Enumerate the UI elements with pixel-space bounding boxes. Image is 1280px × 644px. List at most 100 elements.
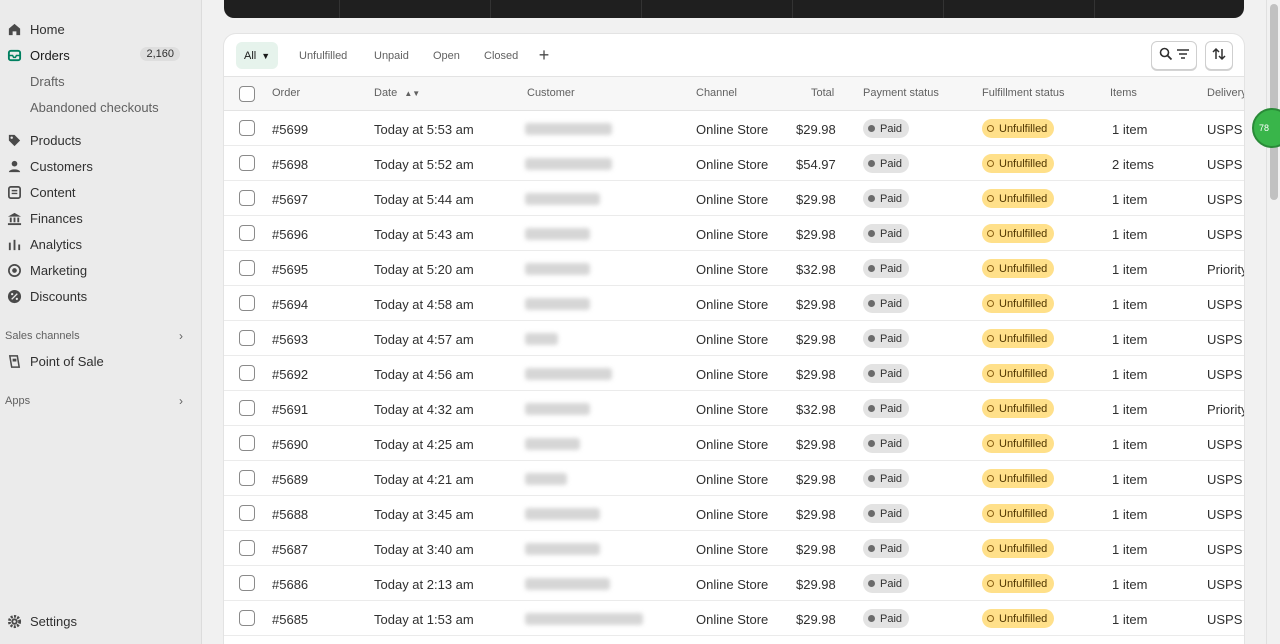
order-items[interactable]: 1 item — [1112, 612, 1147, 627]
order-items[interactable]: 1 item — [1112, 367, 1147, 382]
order-items[interactable]: 1 item — [1112, 122, 1147, 137]
search-filter-button[interactable] — [1151, 41, 1197, 70]
order-number[interactable]: #5691 — [272, 402, 308, 417]
customer-name-redacted[interactable] — [525, 543, 600, 555]
table-row[interactable]: #5699 Today at 5:53 am Online Store $29.98 P… — [224, 111, 1244, 146]
col-channel[interactable]: Channel — [696, 87, 737, 99]
order-number[interactable]: #5694 — [272, 297, 308, 312]
row-checkbox[interactable] — [239, 260, 255, 276]
row-checkbox[interactable] — [239, 155, 255, 171]
nav-discounts[interactable]: Discounts — [0, 284, 190, 308]
table-row[interactable]: #5688 Today at 3:45 am Online Store $29.98 P… — [224, 496, 1244, 531]
customer-name-redacted[interactable] — [525, 368, 612, 380]
row-checkbox[interactable] — [239, 365, 255, 381]
row-checkbox[interactable] — [239, 330, 255, 346]
nav-home[interactable]: Home — [0, 17, 190, 41]
order-items[interactable]: 1 item — [1112, 262, 1147, 277]
col-order[interactable]: Order — [272, 87, 300, 99]
nav-content[interactable]: Content — [0, 180, 190, 204]
customer-name-redacted[interactable] — [525, 263, 590, 275]
row-checkbox[interactable] — [239, 435, 255, 451]
col-fulfillment-status[interactable]: Fulfillment status — [982, 87, 1065, 99]
order-number[interactable]: #5696 — [272, 227, 308, 242]
row-checkbox[interactable] — [239, 610, 255, 626]
order-number[interactable]: #5698 — [272, 157, 308, 172]
customer-name-redacted[interactable] — [525, 333, 558, 345]
table-row[interactable]: #5690 Today at 4:25 am Online Store $29.98 P… — [224, 426, 1244, 461]
col-date[interactable]: Date ▲▼ — [374, 87, 420, 99]
scrollbar-thumb[interactable] — [1270, 4, 1278, 200]
order-number[interactable]: #5685 — [272, 612, 308, 627]
customer-name-redacted[interactable] — [525, 438, 580, 450]
customer-name-redacted[interactable] — [525, 123, 612, 135]
row-checkbox[interactable] — [239, 225, 255, 241]
table-row[interactable]: #5692 Today at 4:56 am Online Store $29.98 P… — [224, 356, 1244, 391]
order-items[interactable]: 1 item — [1112, 472, 1147, 487]
table-row[interactable]: #5694 Today at 4:58 am Online Store $29.98 P… — [224, 286, 1244, 321]
tab-unpaid[interactable]: Unpaid — [366, 42, 417, 69]
row-checkbox[interactable] — [239, 400, 255, 416]
table-row[interactable]: #5686 Today at 2:13 am Online Store $29.98 P… — [224, 566, 1244, 601]
order-number[interactable]: #5699 — [272, 122, 308, 137]
order-number[interactable]: #5688 — [272, 507, 308, 522]
row-checkbox[interactable] — [239, 540, 255, 556]
col-customer[interactable]: Customer — [527, 87, 575, 99]
order-items[interactable]: 1 item — [1112, 577, 1147, 592]
tab-closed[interactable]: Closed — [476, 42, 526, 69]
row-checkbox[interactable] — [239, 470, 255, 486]
table-row[interactable]: #5687 Today at 3:40 am Online Store $29.98 P… — [224, 531, 1244, 566]
nav-settings[interactable]: Settings — [0, 609, 190, 633]
select-all-checkbox[interactable] — [239, 86, 255, 102]
customer-name-redacted[interactable] — [525, 613, 643, 625]
table-row[interactable]: #5695 Today at 5:20 am Online Store $32.98 P… — [224, 251, 1244, 286]
row-checkbox[interactable] — [239, 295, 255, 311]
apps-section[interactable]: Apps › — [5, 394, 183, 408]
customer-name-redacted[interactable] — [525, 298, 590, 310]
col-total[interactable]: Total — [811, 87, 834, 99]
table-row[interactable]: #5689 Today at 4:21 am Online Store $29.98 P… — [224, 461, 1244, 496]
nav-marketing[interactable]: Marketing — [0, 258, 190, 282]
nav-analytics[interactable]: Analytics — [0, 232, 190, 256]
row-checkbox[interactable] — [239, 575, 255, 591]
order-number[interactable]: #5695 — [272, 262, 308, 277]
table-row[interactable]: #5696 Today at 5:43 am Online Store $29.98 P… — [224, 216, 1244, 251]
table-row[interactable]: #5693 Today at 4:57 am Online Store $29.98 P… — [224, 321, 1244, 356]
order-items[interactable]: 1 item — [1112, 192, 1147, 207]
page-scrollbar[interactable] — [1266, 0, 1280, 644]
nav-customers[interactable]: Customers — [0, 154, 190, 178]
nav-point-of-sale[interactable]: Point of Sale — [0, 349, 190, 373]
nav-finances[interactable]: Finances — [0, 206, 190, 230]
order-items[interactable]: 1 item — [1112, 227, 1147, 242]
col-delivery[interactable]: Delivery — [1207, 87, 1244, 99]
customer-name-redacted[interactable] — [525, 473, 567, 485]
order-items[interactable]: 1 item — [1112, 297, 1147, 312]
sort-button[interactable] — [1205, 41, 1233, 70]
order-number[interactable]: #5686 — [272, 577, 308, 592]
customer-name-redacted[interactable] — [525, 403, 590, 415]
order-items[interactable]: 1 item — [1112, 542, 1147, 557]
order-number[interactable]: #5689 — [272, 472, 308, 487]
table-row[interactable]: #5685 Today at 1:53 am Online Store $29.98 P… — [224, 601, 1244, 636]
customer-name-redacted[interactable] — [525, 158, 612, 170]
customer-name-redacted[interactable] — [525, 193, 600, 205]
row-checkbox[interactable] — [239, 120, 255, 136]
tab-all[interactable]: All ▼ — [236, 42, 279, 69]
customer-name-redacted[interactable] — [525, 578, 610, 590]
customer-name-redacted[interactable] — [525, 228, 590, 240]
nav-abandoned-checkouts[interactable]: Abandoned checkouts — [0, 95, 190, 119]
add-view-button[interactable]: + — [534, 44, 554, 66]
tab-open[interactable]: Open — [425, 42, 468, 69]
table-row[interactable]: #5698 Today at 5:52 am Online Store $54.97 P… — [224, 146, 1244, 181]
table-row[interactable]: #5691 Today at 4:32 am Online Store $32.98 P… — [224, 391, 1244, 426]
order-items[interactable]: 1 item — [1112, 437, 1147, 452]
order-items[interactable]: 2 items — [1112, 157, 1154, 172]
table-row[interactable]: #5697 Today at 5:44 am Online Store $29.98 P… — [224, 181, 1244, 216]
order-number[interactable]: #5697 — [272, 192, 308, 207]
order-items[interactable]: 1 item — [1112, 402, 1147, 417]
order-number[interactable]: #5687 — [272, 542, 308, 557]
col-payment-status[interactable]: Payment status — [863, 87, 939, 99]
order-items[interactable]: 1 item — [1112, 507, 1147, 522]
row-checkbox[interactable] — [239, 190, 255, 206]
row-checkbox[interactable] — [239, 505, 255, 521]
col-items[interactable]: Items — [1110, 87, 1137, 99]
